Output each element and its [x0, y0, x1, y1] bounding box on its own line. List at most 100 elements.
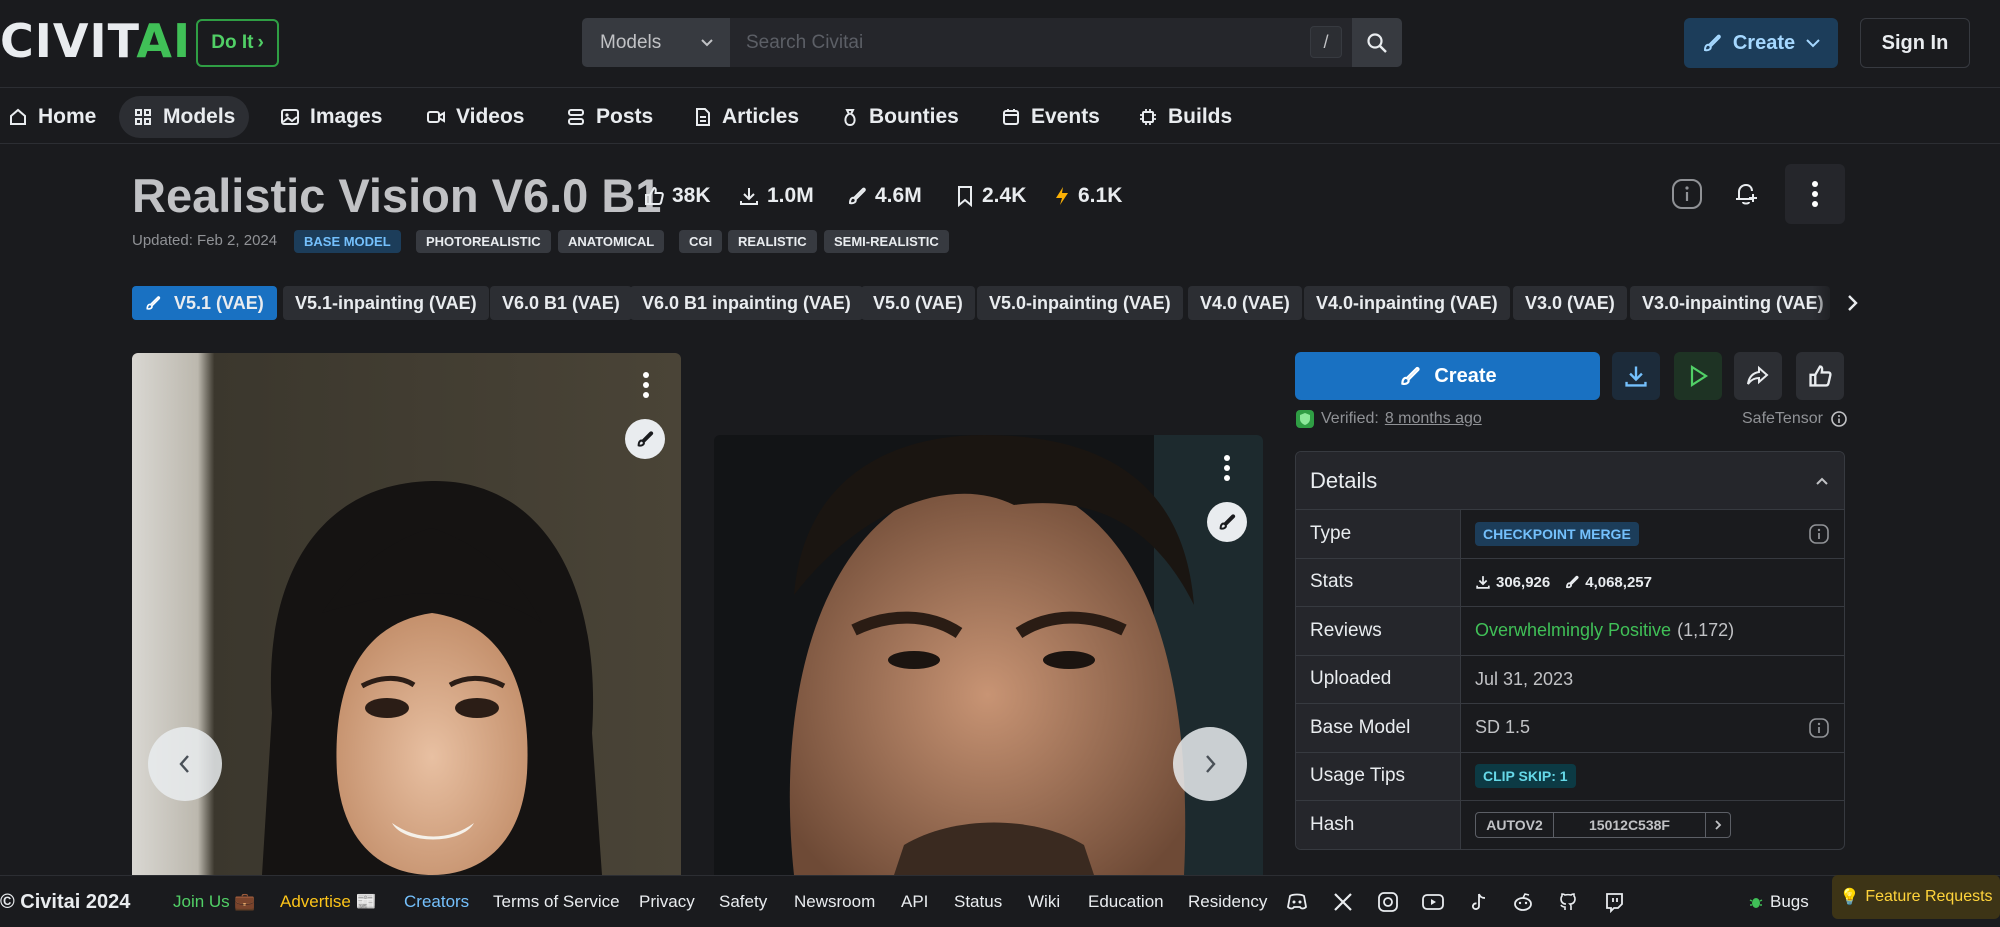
download-icon [740, 188, 758, 205]
search-button[interactable] [1352, 18, 1402, 67]
like-button[interactable] [1796, 352, 1844, 400]
search-input[interactable]: Search Civitai / [730, 18, 1352, 67]
cpu-icon [1140, 109, 1156, 125]
details-header[interactable]: Details [1296, 452, 1844, 510]
nav-images[interactable]: Images [266, 96, 396, 138]
search-category-value: Models [600, 31, 662, 53]
downloads-stat: 1.0M [738, 176, 814, 216]
instagram-icon[interactable] [1376, 890, 1400, 914]
details-row-uploaded: Uploaded Jul 31, 2023 [1296, 655, 1844, 704]
nav-label: Bounties [869, 105, 959, 128]
info-icon[interactable] [1808, 717, 1830, 739]
x-icon[interactable] [1331, 890, 1355, 914]
sign-in-button[interactable]: Sign In [1860, 18, 1970, 68]
carousel-prev-button[interactable] [148, 727, 222, 801]
play-icon [1690, 364, 1709, 388]
image-options-icon[interactable] [643, 372, 649, 398]
tag-semi-realistic[interactable]: SEMI-REALISTIC [824, 230, 949, 253]
hash-type[interactable]: AUTOV2 [1476, 813, 1554, 838]
privacy-link[interactable]: Privacy [639, 888, 695, 916]
create-button[interactable]: Create [1295, 352, 1600, 400]
safety-link[interactable]: Safety [719, 888, 767, 916]
verified-time-link[interactable]: 8 months ago [1385, 410, 1482, 428]
education-link[interactable]: Education [1088, 888, 1164, 916]
nav-posts[interactable]: Posts [552, 96, 667, 138]
tag-cgi[interactable]: CGI [679, 230, 723, 253]
nav-videos[interactable]: Videos [412, 96, 538, 138]
tag-anatomical[interactable]: ANATOMICAL [558, 230, 665, 253]
tag-base-model[interactable]: BASE MODEL [294, 230, 401, 253]
nav-models[interactable]: Models [119, 96, 250, 138]
remix-button[interactable] [625, 419, 665, 459]
row-key: Type [1296, 510, 1461, 558]
notify-button[interactable] [1716, 164, 1776, 224]
more-options-button[interactable] [1785, 164, 1845, 224]
nav-articles[interactable]: Articles [680, 96, 813, 138]
join-us-link[interactable]: Join Us 💼 [173, 888, 256, 916]
hash-next-button[interactable] [1706, 813, 1730, 837]
reviews-link[interactable]: Overwhelmingly Positive [1475, 620, 1671, 641]
bookmarks-count: 2.4K [982, 184, 1027, 207]
chevron-left-icon [179, 755, 189, 773]
discord-icon[interactable] [1285, 890, 1309, 914]
info-circle-icon[interactable] [1831, 411, 1847, 427]
lightbulb-icon: 💡 [1839, 889, 1860, 906]
status-link[interactable]: Status [954, 888, 1002, 916]
bugs-link[interactable]: Bugs [1748, 888, 1809, 916]
brush-icon [1219, 514, 1236, 530]
download-button[interactable] [1612, 352, 1660, 400]
gallery-image-woman[interactable] [132, 353, 681, 875]
api-link[interactable]: API [901, 888, 928, 916]
residency-link[interactable]: Residency [1188, 888, 1267, 916]
terms-link[interactable]: Terms of Service [493, 888, 620, 916]
details-row-reviews: Reviews Overwhelmingly Positive (1,172) [1296, 607, 1844, 656]
civitai-logo[interactable]: CIVITAI [0, 18, 191, 64]
image-options-icon[interactable] [1224, 455, 1230, 481]
nav-home[interactable]: Home [0, 96, 110, 138]
play-button[interactable] [1674, 352, 1722, 400]
brush-icon [637, 431, 654, 447]
nav-builds[interactable]: Builds [1124, 96, 1246, 138]
create-menu-button[interactable]: Create [1684, 18, 1838, 68]
nav-bounties[interactable]: Bounties [827, 96, 973, 138]
tag-photorealistic[interactable]: PHOTOREALISTIC [416, 230, 551, 253]
remix-button[interactable] [1207, 502, 1247, 542]
reviews-count: (1,172) [1677, 620, 1735, 641]
github-icon[interactable] [1556, 890, 1580, 914]
info-button[interactable] [1657, 164, 1717, 224]
share-button[interactable] [1734, 352, 1782, 400]
hash-value[interactable]: 15012C538F [1554, 813, 1706, 838]
version-tab[interactable]: V4.0-inpainting (VAE) [1304, 286, 1510, 320]
downloads-count: 1.0M [767, 184, 814, 207]
generations-stat: 4.6M [846, 176, 922, 216]
tiktok-icon[interactable] [1466, 890, 1490, 914]
version-tab[interactable]: V6.0 B1 inpainting (VAE) [630, 286, 863, 320]
version-tab[interactable]: V3.0 (VAE) [1513, 286, 1627, 320]
wiki-link[interactable]: Wiki [1028, 888, 1060, 916]
brush-icon [146, 296, 161, 310]
version-tab[interactable]: V3.0-inpainting (VAE) [1630, 286, 1830, 320]
twitch-icon[interactable] [1602, 890, 1626, 914]
tag-realistic[interactable]: REALISTIC [728, 230, 817, 253]
bookmarks-stat: 2.4K [955, 176, 1026, 216]
version-tab[interactable]: V4.0 (VAE) [1188, 286, 1302, 320]
versions-scroll-right[interactable] [1812, 286, 1860, 320]
chevron-right-icon: › [257, 32, 264, 53]
info-icon[interactable] [1808, 523, 1830, 545]
gallery-image-man[interactable] [714, 435, 1263, 875]
carousel-next-button[interactable] [1173, 727, 1247, 801]
do-it-button[interactable]: Do It › [196, 19, 279, 67]
feature-requests-button[interactable]: 💡 Feature Requests [1832, 875, 2000, 919]
version-tab[interactable]: V5.1-inpainting (VAE) [283, 286, 489, 320]
creators-link[interactable]: Creators [404, 888, 469, 916]
version-tab-active[interactable]: V5.1 (VAE) [132, 286, 277, 320]
youtube-icon[interactable] [1421, 890, 1445, 914]
search-category-select[interactable]: Models [582, 18, 730, 67]
version-tab[interactable]: V6.0 B1 (VAE) [490, 286, 632, 320]
nav-events[interactable]: Events [987, 96, 1114, 138]
version-tab[interactable]: V5.0-inpainting (VAE) [977, 286, 1183, 320]
version-tab[interactable]: V5.0 (VAE) [861, 286, 975, 320]
advertise-link[interactable]: Advertise 📰 [280, 888, 377, 916]
newsroom-link[interactable]: Newsroom [794, 888, 875, 916]
reddit-icon[interactable] [1511, 890, 1535, 914]
